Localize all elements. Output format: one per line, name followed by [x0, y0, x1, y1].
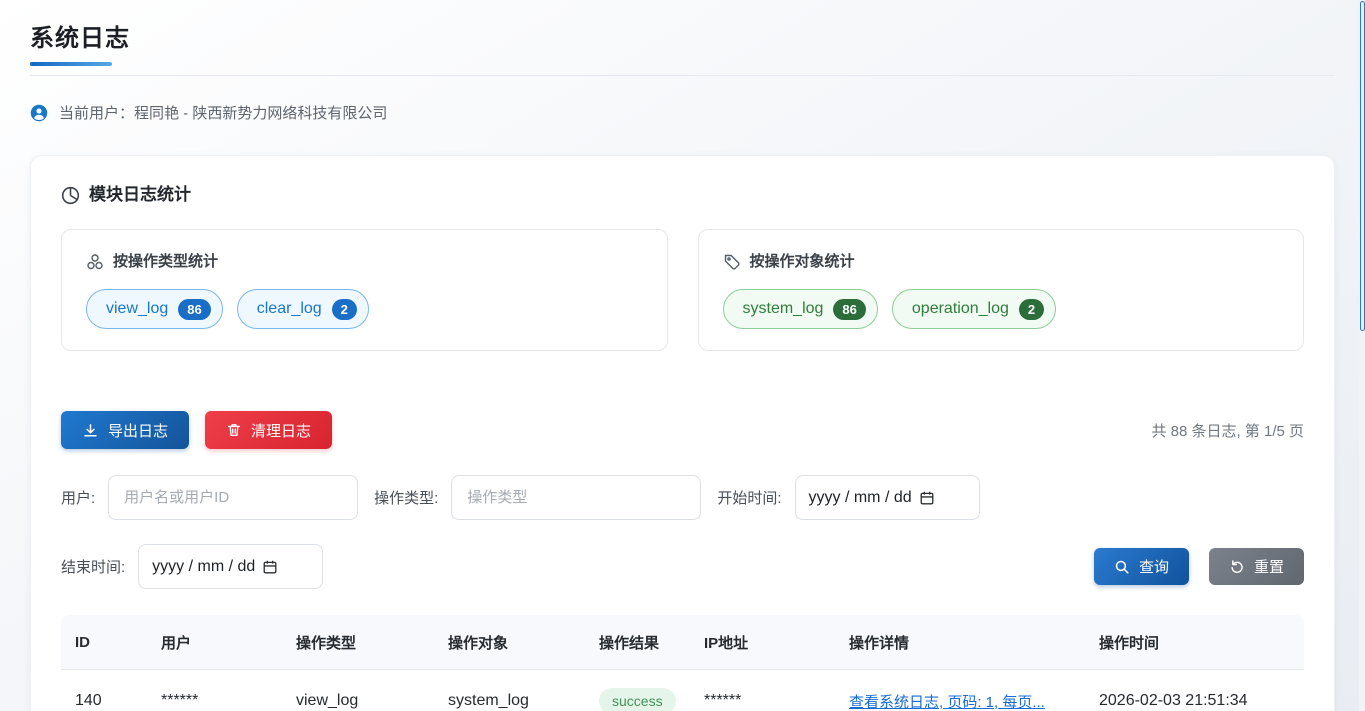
reset-button-label: 重置 [1254, 556, 1284, 577]
status-badge: success [599, 688, 676, 711]
toolbar: 导出日志 清理日志 共 88 条日志, 第 1/5 页 [61, 411, 1304, 449]
download-icon [82, 422, 99, 439]
type-filter-input[interactable] [451, 475, 701, 520]
col-header-time: 操作时间 [1085, 615, 1304, 670]
query-button[interactable]: 查询 [1094, 548, 1189, 585]
stats-section-title-text: 模块日志统计 [89, 184, 191, 206]
current-user-bar: 当前用户：程同艳 - 陕西新势力网络科技有限公司 [30, 102, 1335, 123]
current-user-text: 当前用户：程同艳 - 陕西新势力网络科技有限公司 [59, 102, 387, 123]
trash-icon [226, 422, 242, 438]
object-tag-row: system_log 86 operation_log 2 [723, 289, 1280, 329]
stat-card-by-object-title: 按操作对象统计 [723, 251, 1280, 272]
cell-user: ****** [147, 670, 282, 711]
col-header-ip: IP地址 [690, 615, 835, 670]
col-header-id: ID [61, 615, 147, 670]
cell-ip: ****** [690, 670, 835, 711]
log-table: ID 用户 操作类型 操作对象 操作结果 IP地址 操作详情 操作时间 140 … [61, 615, 1304, 711]
stat-card-by-type: 按操作类型统计 view_log 86 clear_log 2 [61, 229, 668, 351]
stat-cards: 按操作类型统计 view_log 86 clear_log 2 按操作对象统计 [61, 229, 1304, 351]
pie-chart-icon [61, 186, 80, 205]
log-count-summary: 共 88 条日志, 第 1/5 页 [1151, 420, 1304, 441]
tag-operation-log[interactable]: operation_log 2 [892, 289, 1056, 329]
detail-link[interactable]: 查看系统日志, 页码: 1, 每页... [849, 694, 1045, 711]
calendar-icon[interactable] [919, 490, 935, 506]
header-divider [30, 75, 1335, 76]
stat-card-by-object: 按操作对象统计 system_log 86 operation_log 2 [698, 229, 1305, 351]
tag-label: system_log [743, 300, 824, 318]
col-header-object: 操作对象 [434, 615, 585, 670]
tag-count-badge: 86 [178, 299, 210, 320]
tag-count-badge: 2 [332, 299, 357, 320]
stat-card-by-type-title-text: 按操作类型统计 [113, 251, 218, 272]
scrollbar-thumb[interactable] [1360, 1, 1365, 331]
cell-object: system_log [434, 670, 585, 711]
stat-card-by-object-title-text: 按操作对象统计 [750, 251, 855, 272]
user-filter-input[interactable] [108, 475, 358, 520]
tag-icon [723, 253, 741, 271]
type-filter-label: 操作类型: [374, 487, 438, 508]
start-time-label: 开始时间: [717, 487, 781, 508]
clear-logs-button[interactable]: 清理日志 [205, 411, 332, 449]
end-time-label: 结束时间: [61, 556, 125, 577]
tag-label: view_log [106, 300, 168, 318]
table-header-row: ID 用户 操作类型 操作对象 操作结果 IP地址 操作详情 操作时间 [61, 615, 1304, 670]
cell-id: 140 [61, 670, 147, 711]
stats-section-title: 模块日志统计 [61, 184, 1304, 206]
tag-system-log[interactable]: system_log 86 [723, 289, 878, 329]
date-placeholder: yyyy / mm / dd [809, 489, 912, 507]
page-title: 系统日志 [30, 18, 1335, 53]
col-header-user: 用户 [147, 615, 282, 670]
reset-button[interactable]: 重置 [1209, 548, 1304, 585]
filter-row-2: 结束时间: yyyy / mm / dd 查询 重置 [61, 544, 1304, 589]
calendar-icon[interactable] [262, 559, 278, 575]
end-date-input[interactable]: yyyy / mm / dd [138, 544, 323, 589]
start-date-input[interactable]: yyyy / mm / dd [795, 475, 980, 520]
main-card: 模块日志统计 按操作类型统计 view_log 86 clear_log 2 [30, 155, 1335, 711]
tag-count-badge: 2 [1019, 299, 1044, 320]
date-placeholder: yyyy / mm / dd [152, 558, 255, 576]
col-header-detail: 操作详情 [835, 615, 1085, 670]
reset-icon [1229, 559, 1245, 575]
user-avatar-icon [30, 104, 48, 122]
cell-time: 2026-02-03 21:51:34 [1085, 670, 1304, 711]
stat-card-by-type-title: 按操作类型统计 [86, 251, 643, 272]
col-header-type: 操作类型 [282, 615, 434, 670]
type-tag-row: view_log 86 clear_log 2 [86, 289, 643, 329]
tag-label: operation_log [912, 300, 1009, 318]
filter-row-1: 用户: 操作类型: 开始时间: yyyy / mm / dd [61, 475, 1304, 520]
cell-result: success [585, 670, 690, 711]
tag-view-log[interactable]: view_log 86 [86, 289, 223, 329]
export-logs-button[interactable]: 导出日志 [61, 411, 189, 449]
page-header: 系统日志 [0, 0, 1365, 66]
cluster-icon [86, 253, 104, 271]
tag-count-badge: 86 [833, 299, 865, 320]
user-filter-label: 用户: [61, 487, 95, 508]
cell-detail: 查看系统日志, 页码: 1, 每页... [835, 670, 1085, 711]
cell-type: view_log [282, 670, 434, 711]
clear-logs-label: 清理日志 [251, 420, 311, 441]
title-underline [30, 62, 112, 66]
query-button-label: 查询 [1139, 556, 1169, 577]
table-row: 140 ****** view_log system_log success *… [61, 670, 1304, 711]
search-icon [1114, 559, 1130, 575]
export-logs-label: 导出日志 [108, 420, 168, 441]
col-header-result: 操作结果 [585, 615, 690, 670]
tag-clear-log[interactable]: clear_log 2 [237, 289, 369, 329]
tag-label: clear_log [257, 300, 322, 318]
